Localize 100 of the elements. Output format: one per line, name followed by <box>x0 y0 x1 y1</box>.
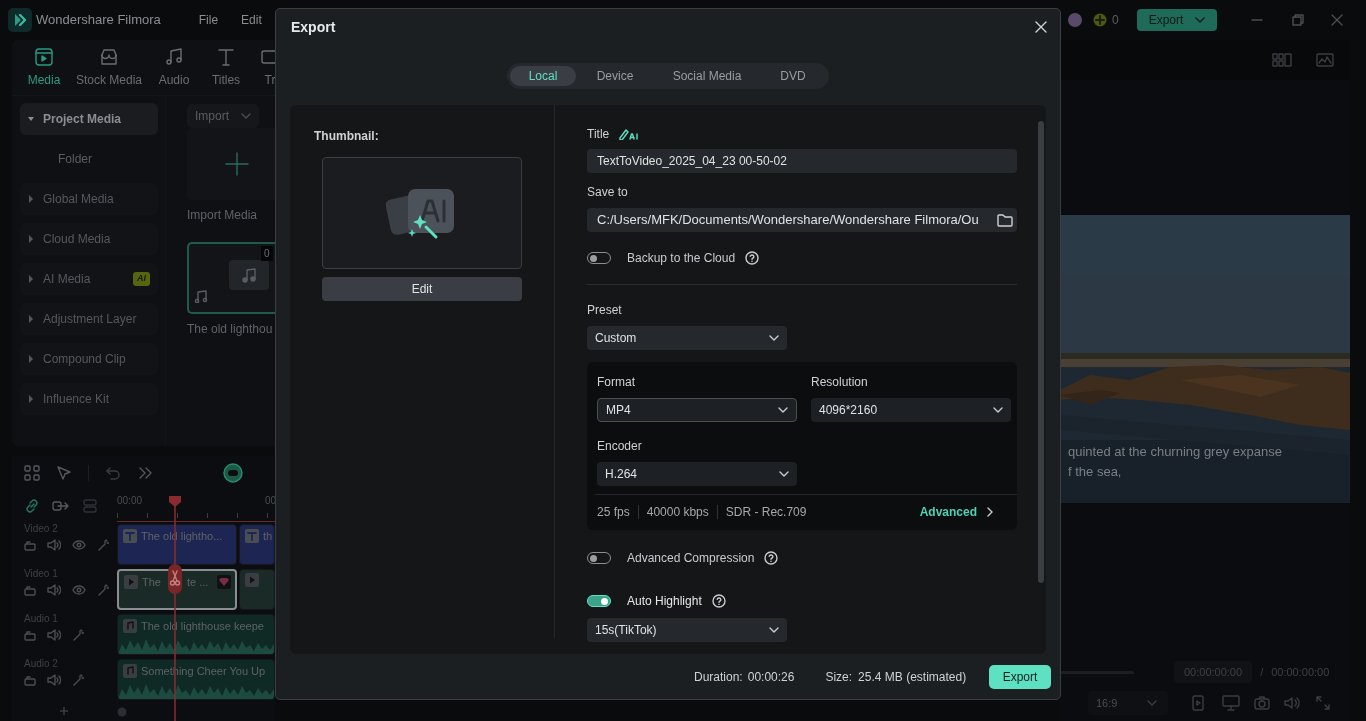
speaker-icon[interactable] <box>47 539 61 551</box>
spec-label: 40000 kbps <box>646 503 709 521</box>
highlight-dropdown[interactable]: 15s(TikTok) <box>587 618 787 642</box>
store-icon <box>98 46 120 68</box>
advanced-link[interactable]: Advanced <box>919 502 993 521</box>
magic-wand-icon[interactable] <box>72 674 84 686</box>
save-path-field[interactable]: C:/Users/MFK/Documents/Wondershare/Wondershare Filmora/Ou <box>587 208 1017 232</box>
maximize-icon[interactable] <box>1291 14 1304 26</box>
close-icon[interactable] <box>1330 14 1343 26</box>
caret-icon <box>28 195 34 203</box>
title-clip[interactable]: th <box>239 524 275 565</box>
duration-value: 00:00:26 <box>747 668 795 686</box>
lock-icon[interactable] <box>24 539 36 551</box>
import-tile[interactable] <box>187 128 275 200</box>
app-title: Wondershare Filmora <box>36 11 161 30</box>
caret-icon <box>769 627 779 633</box>
split-track-icon[interactable] <box>82 499 98 513</box>
phone-icon[interactable] <box>1192 695 1204 711</box>
edit-button[interactable]: Edit <box>322 277 522 301</box>
encoder-dropdown[interactable]: H.264 <box>597 462 797 486</box>
thumbnail-label: Thumbnail: <box>314 128 380 145</box>
field-label: Title <box>587 126 610 142</box>
undo-icon[interactable] <box>105 465 121 481</box>
magic-wand-icon[interactable] <box>97 539 109 551</box>
export-button[interactable]: Export <box>1136 9 1217 31</box>
size-label: Size: <box>825 668 853 686</box>
link-icon[interactable] <box>24 498 40 514</box>
image-chart-icon[interactable] <box>1316 53 1334 67</box>
caret-icon <box>1147 700 1158 706</box>
field-label: Format <box>597 374 636 390</box>
caret-icon <box>28 115 34 123</box>
video-clip[interactable]: The te ... <box>117 569 237 610</box>
media-thumbnail[interactable]: 0 <box>187 242 275 314</box>
resolution-dropdown[interactable]: 4096*2160 <box>811 398 1011 422</box>
caret-icon <box>28 235 34 243</box>
media-label: The old lighthou <box>187 321 274 338</box>
media-tab[interactable]: Media <box>22 46 66 89</box>
ai-pen-icon[interactable] <box>619 128 640 140</box>
pointer-icon[interactable] <box>56 465 72 481</box>
link-clip-icon[interactable] <box>52 499 70 513</box>
folder-icon[interactable] <box>997 213 1013 227</box>
media-tab[interactable]: Audio <box>152 46 196 89</box>
caret-icon <box>778 407 788 413</box>
time-label: 00:00 <box>117 494 143 508</box>
speaker-icon[interactable] <box>47 584 61 596</box>
field-label: Encoder <box>597 438 643 454</box>
field-label: Resolution <box>811 374 869 390</box>
media-tab[interactable]: Tr <box>256 46 275 89</box>
media-label: Import Media <box>187 207 259 224</box>
aspect-dropdown[interactable]: 16:9 <box>1088 691 1168 715</box>
chevrons-icon[interactable] <box>137 465 153 481</box>
media-tab[interactable]: Titles <box>196 46 256 89</box>
sidebar-item[interactable]: Folder <box>20 143 165 175</box>
time-separator: / <box>1260 664 1264 680</box>
lock-icon[interactable] <box>24 584 36 596</box>
grid-icon[interactable] <box>24 465 40 481</box>
export-button[interactable]: Export <box>989 664 1051 689</box>
plus-icon <box>225 152 249 176</box>
magic-wand-icon[interactable] <box>97 584 109 596</box>
app-logo-icon <box>8 8 32 32</box>
title-t-icon <box>123 529 137 544</box>
music-note-glyph-icon <box>241 267 257 283</box>
field-label: Save to <box>587 184 629 200</box>
audio-notes-icon <box>194 289 208 303</box>
title-input[interactable]: TextToVideo_2025_04_23 00-50-02 <box>587 149 1017 173</box>
menu-item[interactable]: File <box>198 11 219 29</box>
format-dropdown[interactable]: MP4 <box>597 398 797 422</box>
export-tab[interactable]: Local <box>510 66 576 86</box>
play-icon <box>124 575 138 590</box>
lock-icon[interactable] <box>24 674 36 686</box>
media-tab[interactable]: Stock Media <box>66 46 152 89</box>
toggle-switch[interactable] <box>587 595 611 607</box>
export-tab[interactable]: Device <box>576 66 654 86</box>
camera-icon[interactable] <box>1254 696 1270 710</box>
eye-icon[interactable] <box>72 584 86 596</box>
scrollbar[interactable] <box>1038 121 1044 583</box>
grid-view-icon[interactable] <box>1272 53 1292 67</box>
help-icon <box>745 251 760 265</box>
magic-wand-icon[interactable] <box>72 629 84 641</box>
speaker-icon[interactable] <box>47 674 61 686</box>
video-clip[interactable] <box>239 569 275 610</box>
monitor-icon[interactable] <box>1222 695 1240 711</box>
caret-icon <box>28 315 34 323</box>
import-button[interactable]: Import <box>187 104 259 128</box>
avatar-icon[interactable] <box>1068 13 1082 27</box>
export-tab[interactable]: Social Media <box>654 66 760 86</box>
spec-label: 25 fps <box>597 503 630 521</box>
fullscreen-icon[interactable] <box>1316 696 1330 710</box>
export-tab[interactable]: DVD <box>760 66 826 86</box>
speaker-icon[interactable] <box>1284 696 1300 710</box>
menu-item[interactable]: Edit <box>241 11 262 29</box>
speaker-icon[interactable] <box>47 629 61 641</box>
sidebar-item[interactable]: Project Media <box>20 103 158 135</box>
caret-icon <box>769 335 779 341</box>
eye-icon[interactable] <box>72 539 86 551</box>
lock-icon[interactable] <box>24 629 36 641</box>
toggle-label: Auto Highlight <box>627 593 702 610</box>
toggle-label: Advanced Compression <box>627 550 755 567</box>
add-track-icon[interactable] <box>60 707 68 715</box>
preset-dropdown[interactable]: Custom <box>587 326 787 350</box>
